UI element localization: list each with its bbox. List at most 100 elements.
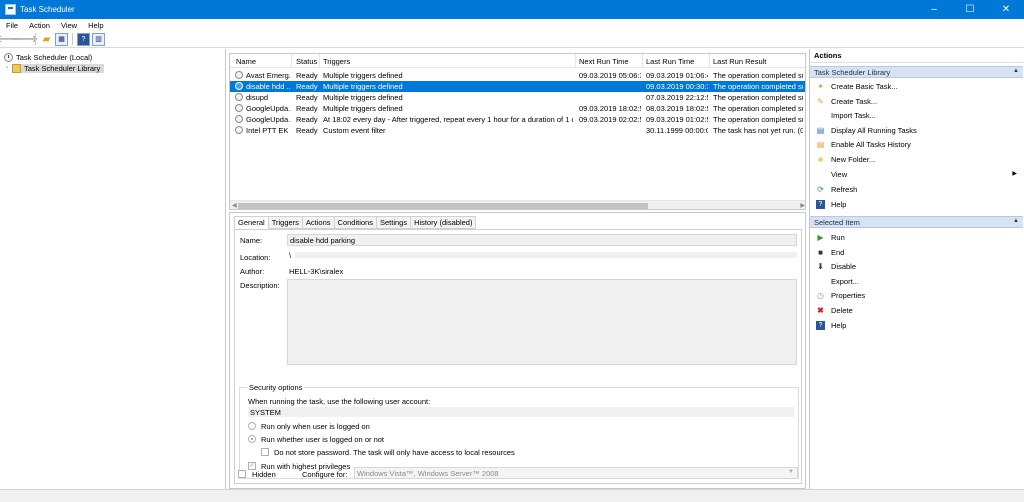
help-icon: ? bbox=[816, 320, 825, 330]
close-button[interactable]: ✕ bbox=[988, 0, 1024, 19]
action-label: Refresh bbox=[831, 184, 858, 194]
toolbar: 🡐 🡒 ▰ ▦ ? ▥ bbox=[0, 31, 1024, 48]
configure-for-select[interactable]: Windows Vista™, Windows Server™ 2008 ▼ bbox=[354, 467, 798, 479]
action-label: End bbox=[831, 247, 845, 257]
menu-help[interactable]: Help bbox=[82, 21, 108, 30]
task-next-run: 09.03.2019 02:02:53 bbox=[579, 115, 641, 124]
menu-bar: File Action View Help bbox=[0, 19, 1024, 31]
description-field[interactable] bbox=[287, 279, 797, 365]
scroll-right-icon[interactable]: ▶ bbox=[800, 201, 805, 209]
action-end[interactable]: ■ End bbox=[810, 245, 1023, 259]
action-import-task[interactable]: Import Task... bbox=[810, 108, 1023, 122]
tree-library-selection: Task Scheduler Library bbox=[12, 63, 105, 73]
horizontal-scrollbar[interactable]: ◀ ▶ bbox=[230, 200, 805, 209]
action-label: Export... bbox=[831, 276, 859, 286]
column-divider[interactable] bbox=[709, 54, 710, 68]
column-header-triggers[interactable]: Triggers bbox=[323, 57, 350, 66]
column-divider[interactable] bbox=[642, 54, 643, 68]
run-whether-logged-on-label: Run whether user is logged on or not bbox=[261, 435, 384, 444]
table-row-selected[interactable]: disable hdd ... Ready Multiple triggers … bbox=[230, 81, 805, 92]
action-view[interactable]: View ▶ bbox=[810, 167, 1023, 181]
scroll-left-icon[interactable]: ◀ bbox=[232, 201, 237, 209]
action-run[interactable]: ▶ Run bbox=[810, 230, 1023, 244]
task-last-run: 07.03.2019 22:12:54 bbox=[646, 93, 708, 102]
table-row[interactable]: disupd Ready Multiple triggers defined 0… bbox=[230, 92, 805, 103]
action-export[interactable]: Export... bbox=[810, 274, 1023, 288]
tree-item-library[interactable]: › Task Scheduler Library bbox=[6, 63, 105, 73]
show-hide-console-tree-icon[interactable]: ▦ bbox=[55, 32, 68, 46]
scrollbar-thumb[interactable] bbox=[238, 203, 648, 209]
do-not-store-password-checkbox[interactable] bbox=[261, 448, 269, 456]
table-row[interactable]: Intel PTT EK ... Ready Custom event filt… bbox=[230, 125, 805, 136]
tab-general[interactable]: General bbox=[234, 216, 269, 229]
tab-settings[interactable]: Settings bbox=[376, 216, 412, 229]
location-field bbox=[295, 252, 797, 258]
help-icon[interactable]: ? bbox=[77, 32, 90, 46]
maximize-button[interactable]: ☐ bbox=[952, 0, 988, 19]
selected-item-section-header[interactable]: Selected Item ▲ bbox=[810, 216, 1023, 228]
table-row[interactable]: Avast Emerg... Ready Multiple triggers d… bbox=[230, 70, 805, 81]
highest-privileges-checkbox[interactable]: ✓ bbox=[248, 462, 256, 470]
action-create-basic-task[interactable]: ✦ Create Basic Task... bbox=[810, 79, 1023, 93]
action-label: View bbox=[831, 169, 848, 179]
menu-view[interactable]: View bbox=[55, 21, 82, 30]
user-account-field: SYSTEM bbox=[248, 407, 794, 417]
forward-arrow-icon[interactable]: 🡒 bbox=[11, 33, 38, 46]
refresh-icon: ⟳ bbox=[817, 184, 824, 194]
action-help-selected[interactable]: ? Help bbox=[810, 318, 1023, 332]
table-row[interactable]: GoogleUpda... Ready Multiple triggers de… bbox=[230, 103, 805, 114]
action-delete[interactable]: ✖ Delete bbox=[810, 303, 1023, 317]
chevron-right-icon[interactable]: › bbox=[6, 65, 8, 71]
tab-actions[interactable]: Actions bbox=[302, 216, 335, 229]
folder-icon bbox=[12, 63, 21, 73]
tree-item-root[interactable]: Task Scheduler (Local) bbox=[4, 52, 92, 62]
hidden-label: Hidden bbox=[252, 470, 276, 479]
column-header-next-run[interactable]: Next Run Time bbox=[579, 57, 629, 66]
up-folder-icon[interactable]: ▰ bbox=[40, 33, 53, 46]
tree-library-label: Task Scheduler Library bbox=[24, 63, 101, 73]
action-properties[interactable]: ◷ Properties bbox=[810, 288, 1023, 302]
library-section-header[interactable]: Task Scheduler Library ▲ bbox=[810, 66, 1023, 78]
help-icon: ? bbox=[816, 199, 825, 209]
task-scheduler-app-icon bbox=[5, 4, 16, 15]
tab-triggers[interactable]: Triggers bbox=[268, 216, 303, 229]
column-header-last-run[interactable]: Last Run Time bbox=[646, 57, 694, 66]
task-details-pane: General Triggers Actions Conditions Sett… bbox=[229, 212, 806, 489]
tab-history[interactable]: History (disabled) bbox=[411, 216, 477, 229]
location-label: Location: bbox=[240, 253, 271, 262]
end-icon: ■ bbox=[818, 247, 823, 257]
column-divider[interactable] bbox=[291, 54, 292, 68]
column-header-status[interactable]: Status bbox=[296, 57, 317, 66]
action-refresh[interactable]: ⟳ Refresh bbox=[810, 182, 1023, 196]
action-display-running[interactable]: ▤ Display All Running Tasks bbox=[810, 123, 1023, 137]
menu-file[interactable]: File bbox=[0, 21, 23, 30]
action-help[interactable]: ? Help bbox=[810, 197, 1023, 211]
hidden-checkbox[interactable] bbox=[238, 470, 246, 478]
task-clock-icon bbox=[235, 104, 243, 112]
action-new-folder[interactable]: ■ New Folder... bbox=[810, 152, 1023, 166]
task-status: Ready bbox=[296, 71, 318, 80]
tab-conditions[interactable]: Conditions bbox=[334, 216, 377, 229]
task-last-result: The operation completed su bbox=[713, 115, 803, 124]
run-whether-logged-on-radio[interactable] bbox=[248, 435, 256, 443]
run-logged-on-radio[interactable] bbox=[248, 422, 256, 430]
table-row[interactable]: GoogleUpda... Ready At 18:02 every day -… bbox=[230, 114, 805, 125]
action-create-task[interactable]: ✎ Create Task... bbox=[810, 94, 1023, 108]
show-hide-action-pane-icon[interactable]: ▥ bbox=[92, 32, 105, 46]
task-last-result: The operation completed su bbox=[713, 82, 803, 91]
column-divider[interactable] bbox=[575, 54, 576, 68]
task-next-run: 09.03.2019 05:06:38 bbox=[579, 71, 641, 80]
minimize-button[interactable]: – bbox=[916, 0, 952, 19]
action-disable[interactable]: ⬇ Disable bbox=[810, 259, 1023, 273]
selected-item-section-label: Selected Item bbox=[814, 217, 860, 227]
action-label: Display All Running Tasks bbox=[831, 125, 917, 135]
name-field[interactable]: disable hdd parking bbox=[287, 234, 797, 246]
column-header-last-result[interactable]: Last Run Result bbox=[713, 57, 766, 66]
menu-action[interactable]: Action bbox=[23, 21, 55, 30]
collapse-caret-icon[interactable]: ▲ bbox=[1013, 218, 1019, 224]
action-enable-history[interactable]: ▤ Enable All Tasks History bbox=[810, 137, 1023, 151]
column-divider[interactable] bbox=[319, 54, 320, 68]
column-header-name[interactable]: Name bbox=[236, 57, 256, 66]
collapse-caret-icon[interactable]: ▲ bbox=[1013, 68, 1019, 74]
history-icon: ▤ bbox=[816, 139, 825, 149]
